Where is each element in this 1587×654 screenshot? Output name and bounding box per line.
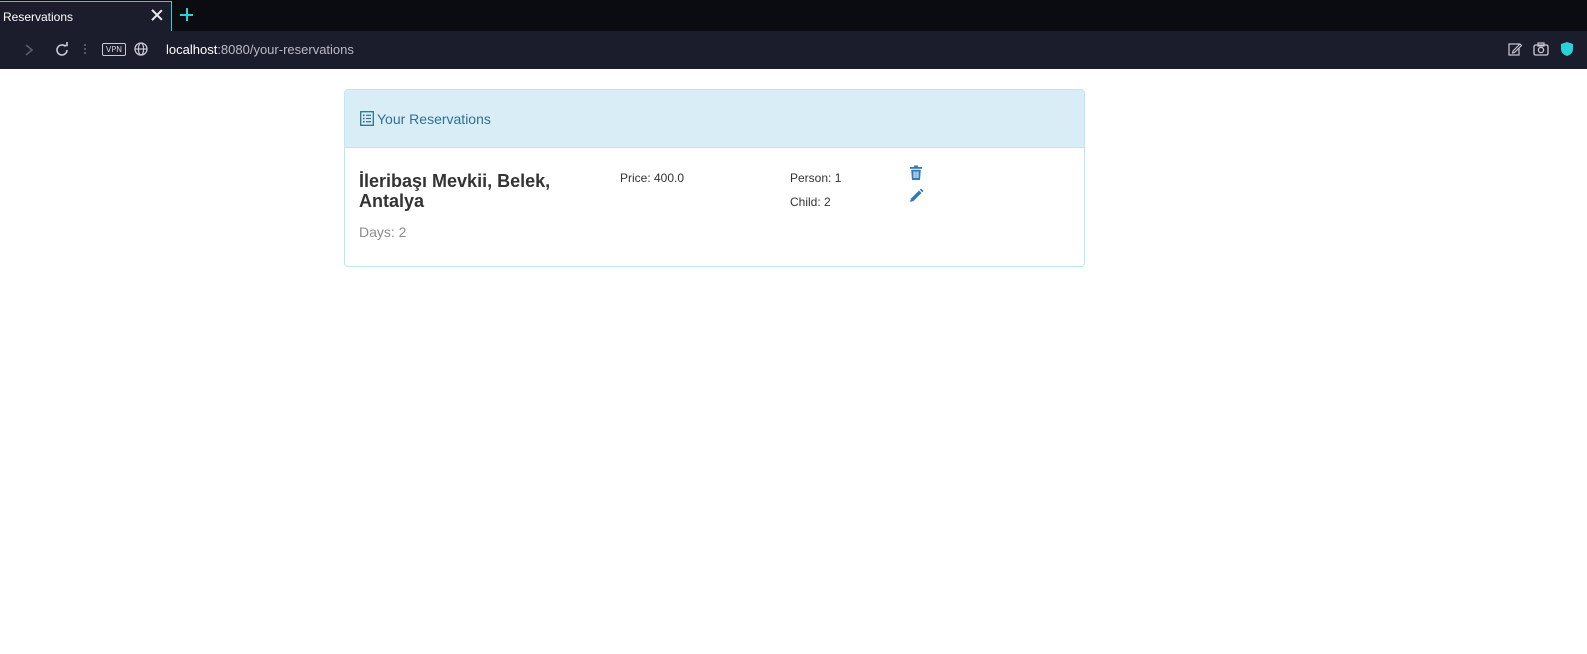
panel-heading: Your Reservations <box>345 90 1084 148</box>
vpn-badge[interactable]: VPN <box>102 43 126 56</box>
browser-tab-active[interactable]: Reservations <box>0 1 172 31</box>
trash-icon[interactable] <box>909 165 923 181</box>
reservation-price: Price: 400.0 <box>620 171 685 185</box>
toolbar-separator <box>84 44 86 56</box>
reservations-panel: Your Reservations İleribaşı Mevkii, Bele… <box>344 89 1085 267</box>
browser-toolbar: VPN localhost:8080/your-reservations <box>0 31 1587 69</box>
globe-icon[interactable] <box>133 41 149 57</box>
browser-tab-strip: Reservations <box>0 0 1587 31</box>
reservation-place: İleribaşı Mevkii, Belek, Antalya <box>359 171 551 211</box>
reservation-person-count: Person: 1 <box>790 171 842 185</box>
list-alt-icon <box>360 111 374 126</box>
new-tab-plus-icon[interactable] <box>180 8 194 22</box>
address-bar[interactable]: localhost:8080/your-reservations <box>166 42 354 57</box>
pencil-icon[interactable] <box>908 188 924 204</box>
camera-icon[interactable] <box>1532 41 1550 57</box>
reload-icon[interactable] <box>53 41 71 59</box>
reservation-child-count: Child: 2 <box>790 195 831 209</box>
reservation-days: Days: 2 <box>359 224 407 240</box>
shield-icon[interactable] <box>1560 41 1574 57</box>
forward-arrow-icon[interactable] <box>22 42 36 58</box>
close-icon[interactable] <box>150 8 164 22</box>
panel-title: Your Reservations <box>377 111 491 127</box>
tab-title: Reservations <box>3 10 74 24</box>
reservation-item: İleribaşı Mevkii, Belek, Antalya Days: 2… <box>345 148 1084 267</box>
edit-page-icon[interactable] <box>1507 41 1523 57</box>
url-host: localhost <box>166 42 218 57</box>
url-path: :8080/your-reservations <box>217 42 354 57</box>
